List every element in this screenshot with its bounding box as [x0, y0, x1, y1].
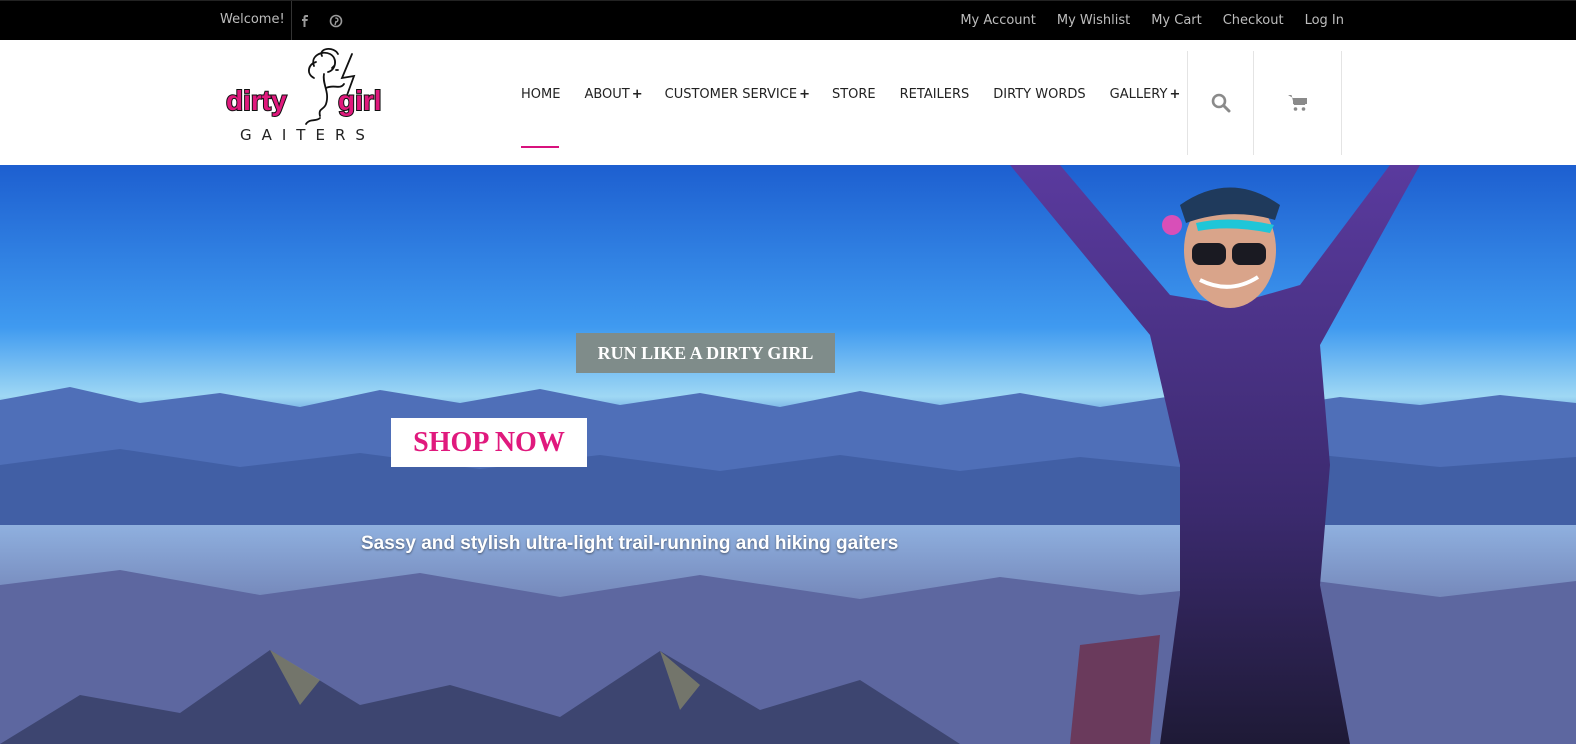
nav-store[interactable]: STORE: [832, 87, 878, 102]
nav-about[interactable]: ABOUT +: [584, 87, 642, 102]
nav-customer-service[interactable]: CUSTOMER SERVICE +: [665, 87, 810, 102]
main-nav: HOME ABOUT + CUSTOMER SERVICE + STORE RETA…: [521, 87, 1202, 148]
header-icon-group: [1187, 51, 1342, 155]
nav-dirty-words[interactable]: DIRTY WORDS: [993, 87, 1087, 102]
welcome-text: Welcome!: [220, 12, 285, 27]
nav-home[interactable]: HOME: [521, 87, 562, 148]
log-in-link[interactable]: Log In: [1305, 13, 1344, 28]
plus-icon: +: [799, 87, 810, 102]
hero-subline: Sassy and stylish ultra-light trail-runn…: [361, 533, 899, 554]
checkout-link[interactable]: Checkout: [1223, 13, 1284, 28]
account-links: My Account My Wishlist My Cart Checkout …: [939, 13, 1344, 28]
hero-tagline: RUN LIKE A DIRTY GIRL: [576, 333, 835, 373]
cart-button[interactable]: [1253, 51, 1342, 155]
search-icon: [1211, 93, 1230, 113]
plus-icon: +: [631, 87, 643, 102]
my-cart-link[interactable]: My Cart: [1151, 13, 1202, 28]
site-header: dirty girl GAITERS HOME ABOUT + CUSTOMER …: [0, 40, 1576, 165]
gaiters-word: GAITERS: [240, 126, 375, 143]
nav-retailers[interactable]: RETAILERS: [900, 87, 972, 102]
top-bar: Welcome! My Account My Wishlist My Cart …: [0, 0, 1576, 41]
my-account-link[interactable]: My Account: [960, 13, 1036, 28]
pinterest-icon[interactable]: [329, 14, 343, 28]
my-wishlist-link[interactable]: My Wishlist: [1057, 13, 1130, 28]
dirty-word: dirty: [225, 84, 288, 117]
facebook-icon[interactable]: [298, 14, 312, 28]
nav-gallery[interactable]: GALLERY +: [1110, 87, 1181, 102]
hero-banner: RUN LIKE A DIRTY GIRL SHOP NOW Sassy and…: [0, 165, 1576, 744]
girl-word: girl: [337, 84, 383, 117]
cart-icon: [1287, 95, 1307, 111]
dirty-girl-gaiters-logo[interactable]: dirty girl GAITERS: [222, 48, 402, 143]
shop-now-button[interactable]: SHOP NOW: [391, 418, 587, 467]
plus-icon: +: [1169, 87, 1181, 102]
svg-text:girl: girl: [338, 85, 382, 116]
hero-background-image: [0, 165, 1576, 744]
search-button[interactable]: [1187, 51, 1253, 155]
topbar-divider: [291, 1, 292, 41]
svg-text:dirty: dirty: [226, 85, 287, 116]
